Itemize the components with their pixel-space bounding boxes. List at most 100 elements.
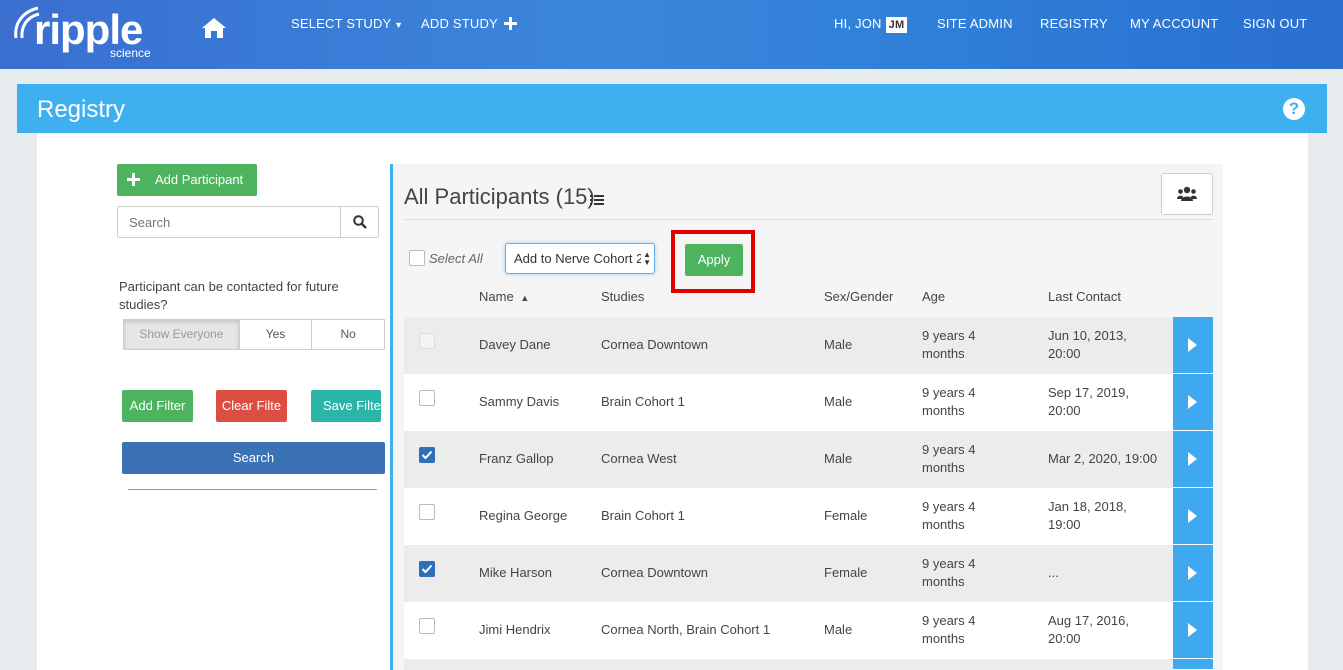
participant-last-contact: Jan 18, 2018, 19:00 [1048,498,1127,534]
row-open-button[interactable] [1173,431,1213,488]
row-checkbox[interactable] [419,390,435,406]
table-row[interactable]: Jimi Hendrix Cornea North, Brain Cohort 1… [404,602,1213,659]
help-icon[interactable]: ? [1283,98,1305,120]
search-icon [353,215,367,229]
column-header-name[interactable]: Name ▲ [479,289,529,304]
participant-sex: Male [824,622,853,637]
add-participant-button[interactable]: Add Participant [117,164,257,196]
participant-name[interactable]: Davey Dane [479,336,551,354]
last-contact-line-2: 20:00 [1048,631,1081,646]
users-icon [1177,186,1197,201]
participant-last-contact: Mar 2, 2020, 19:00 [1048,450,1157,468]
table-row[interactable]: Davey Dane Cornea Downtown Male 9 years 4 mo… [404,317,1213,374]
age-line-2: months [922,517,965,532]
toggle-no[interactable]: No [312,320,384,349]
page-title: Registry [37,96,126,123]
checkmark-icon [421,564,433,574]
row-checkbox[interactable] [419,333,435,349]
arrow-right-icon [1188,509,1197,523]
row-open-button[interactable] [1173,317,1213,374]
table-row[interactable]: Franz Gallop Cornea West Male 9 years 4 mont… [404,431,1213,488]
apply-highlight-box [671,230,755,293]
column-header-age[interactable]: Age [922,289,945,304]
row-open-button[interactable] [1173,659,1213,670]
row-checkbox[interactable] [419,561,435,577]
row-checkbox[interactable] [419,504,435,520]
row-open-button[interactable] [1173,374,1213,431]
participant-search [117,206,379,238]
participant-sex: Female [824,508,868,523]
participant-studies: Cornea Downtown [601,337,708,352]
table-row[interactable]: Regina George Brain Cohort 1 Female 9 years… [404,488,1213,545]
home-icon[interactable] [201,17,227,39]
row-open-button[interactable] [1173,488,1213,545]
select-study-menu[interactable]: SELECT STUDY ▼ [291,16,403,31]
row-checkbox[interactable] [419,618,435,634]
table-row[interactable]: Mike Harson Cornea Downtown Female 9 years … [404,545,1213,602]
column-header-last-contact[interactable]: Last Contact [1048,289,1121,304]
age-line-1: 9 years 4 [922,499,976,514]
participant-sex: Female [824,565,868,580]
registry-header: Registry ? [17,84,1327,133]
table-row[interactable]: Sammy Davis Brain Cohort 1 Male 9 years 4 mo… [404,374,1213,431]
sidebar-divider [128,489,377,490]
add-study-label: ADD STUDY [421,16,498,31]
row-open-button[interactable] [1173,602,1213,659]
age-line-2: months [922,574,965,589]
user-greeting[interactable]: HI, JON JM [834,16,908,33]
participant-name[interactable]: Sammy Davis [479,393,559,411]
sign-out-link[interactable]: SIGN OUT [1243,16,1307,31]
age-line-1: 9 years 4 [922,556,976,571]
age-line-2: months [922,403,965,418]
toggle-yes[interactable]: Yes [240,320,313,349]
my-account-link[interactable]: MY ACCOUNT [1130,16,1218,31]
row-open-button[interactable] [1173,545,1213,602]
arrow-right-icon [1188,566,1197,580]
column-header-sex[interactable]: Sex/Gender [824,289,893,304]
select-all-label: Select All [429,251,483,266]
search-input[interactable] [118,207,341,237]
contact-toggle-group: Show Everyone Yes No [123,319,385,350]
participant-name[interactable]: Jimi Hendrix [479,621,551,639]
last-contact-line-1: Aug 17, 2016, [1048,613,1129,628]
participant-last-contact: Sep 17, 2019, 20:00 [1048,384,1129,420]
participant-sex: Male [824,394,853,409]
checkmark-icon [421,450,433,460]
last-contact-line-2: 19:00 [1048,517,1081,532]
participant-studies: Cornea Downtown [601,565,708,580]
age-line-2: months [922,631,965,646]
add-study-link[interactable]: ADD STUDY [421,16,517,31]
row-checkbox[interactable] [419,447,435,463]
participant-age: 9 years 4 months [922,327,975,363]
participant-studies: Brain Cohort 1 [601,508,685,523]
last-contact-line-2: 20:00 [1048,403,1081,418]
last-contact-line-1: Sep 17, 2019, [1048,385,1129,400]
search-submit-button[interactable]: Search [122,442,385,474]
plus-icon [503,17,517,30]
select-all-checkbox[interactable] [409,250,425,266]
group-view-button[interactable] [1161,173,1213,215]
toggle-show-everyone[interactable]: Show Everyone [124,320,240,349]
registry-link[interactable]: REGISTRY [1040,16,1108,31]
last-contact-line-1: Jun 10, 2013, [1048,328,1127,343]
clear-filter-button[interactable]: Clear Filte [216,390,287,422]
last-contact-line-1: Mar 2, 2020, 19:00 [1048,451,1158,466]
save-filter-button[interactable]: Save Filter [311,390,381,422]
list-icon[interactable] [590,194,604,206]
bulk-action-select[interactable]: Add to Nerve Cohort 2 ▲ ▼ [505,243,655,274]
participant-name[interactable]: Mike Harson [479,564,552,582]
participant-name[interactable]: Franz Gallop [479,450,553,468]
age-line-1: 9 years 4 [922,385,976,400]
column-header-studies[interactable]: Studies [601,289,644,304]
site-admin-link[interactable]: SITE ADMIN [937,16,1013,31]
participant-studies: Cornea North, Brain Cohort 1 [601,622,771,637]
add-filter-button[interactable]: Add Filter [122,390,193,422]
search-button[interactable] [341,207,379,237]
participant-age: 9 years 4 months [922,612,975,648]
participant-name[interactable]: Regina George [479,507,567,525]
arrow-right-icon [1188,395,1197,409]
name-header-label: Name [479,289,514,304]
age-line-1: 9 years 4 [922,442,976,457]
ripple-logo[interactable]: ripple science [12,4,162,62]
age-line-1: 9 years 4 [922,613,976,628]
